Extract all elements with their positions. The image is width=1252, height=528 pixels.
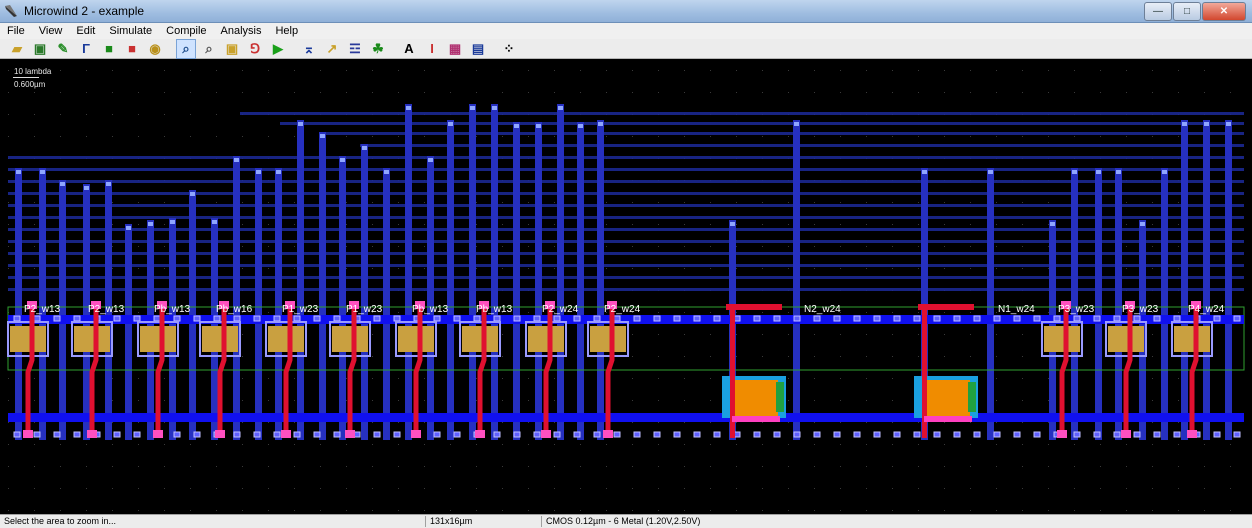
poly-contact	[541, 430, 551, 438]
p-diffusion	[140, 326, 176, 352]
cell-label: P1_w23	[282, 304, 319, 315]
stack-icon[interactable]: ■	[123, 40, 141, 58]
p-diffusion	[10, 326, 46, 352]
chart-icon[interactable]: ▦	[446, 40, 464, 58]
layer-icon[interactable]: ☘	[369, 40, 387, 58]
status-dimensions: 131x16µm	[425, 516, 542, 527]
zoom-in-icon[interactable]: ⌕	[176, 38, 196, 59]
cell-label: P2_w24	[542, 304, 579, 315]
cell-label: P2_w13	[88, 304, 125, 315]
poly-contact	[1187, 430, 1197, 438]
window-controls: — □ ✕	[1144, 2, 1246, 21]
scale-lambda-label: 10 lambda	[14, 67, 52, 76]
p-diffusion	[398, 326, 434, 352]
p-diffusion	[590, 326, 626, 352]
well-tap	[968, 382, 976, 412]
scale-bar	[13, 77, 39, 78]
poly-contact	[411, 430, 421, 438]
view-3d-icon[interactable]: ☲	[346, 40, 364, 58]
poly-contact	[1057, 430, 1067, 438]
text-icon[interactable]: A	[400, 40, 418, 58]
metal2-vertical-straps	[15, 104, 1232, 440]
palette-icon[interactable]: ▤	[469, 40, 487, 58]
menu-help[interactable]: Help	[268, 25, 305, 37]
close-button[interactable]: ✕	[1202, 2, 1246, 21]
poly-contact	[281, 430, 291, 438]
cell-label: P1_w23	[346, 304, 383, 315]
draw-line-icon[interactable]: Γ	[77, 40, 95, 58]
poly-contact	[475, 430, 485, 438]
maximize-button[interactable]: □	[1173, 2, 1201, 21]
menu-bar: File View Edit Simulate Compile Analysis Help	[0, 23, 1252, 39]
microwind-app-icon	[5, 5, 17, 17]
n-diffusion	[732, 380, 778, 416]
p-diffusion	[332, 326, 368, 352]
cell-label: Pb_w13	[412, 304, 449, 315]
menu-view[interactable]: View	[32, 25, 70, 37]
poly-contact	[603, 430, 613, 438]
zoom-out-icon[interactable]: ⌕	[200, 40, 218, 58]
n-diffusion	[924, 380, 970, 416]
status-technology: CMOS 0.12µm - 6 Metal (1.20V,2.50V)	[541, 516, 846, 527]
poly-contact	[23, 430, 33, 438]
cell-label: P2_w13	[24, 304, 61, 315]
cell-label: P2_w24	[604, 304, 641, 315]
poly-contact	[215, 430, 225, 438]
draw-box-icon[interactable]: ✎	[54, 40, 72, 58]
cell-label: P3_w23	[1058, 304, 1095, 315]
simulate-icon[interactable]: ⅁	[246, 40, 264, 58]
window-title: Microwind 2 - example	[24, 4, 145, 18]
tool-bar: ▰ ▣ ✎ Γ ■ ■ ◉ ⌕ ⌕ ▣ ⅁ ▶ ⌅ ↗ ☲ ☘ A I ▦ ▤ ⁘	[0, 38, 1252, 59]
cell-label: Pb_w16	[216, 304, 253, 315]
run-icon[interactable]: ▶	[269, 40, 287, 58]
cell-label: P3_w23	[1122, 304, 1159, 315]
menu-analysis[interactable]: Analysis	[214, 25, 269, 37]
poly-strip	[732, 416, 780, 422]
status-bar: Select the area to zoom in... 131x16µm C…	[0, 514, 1252, 528]
ruler-icon[interactable]: I	[423, 40, 441, 58]
p-diffusion	[1108, 326, 1144, 352]
extract-icon[interactable]: ↗	[323, 40, 341, 58]
open-file-icon[interactable]: ▰	[8, 40, 26, 58]
p-diffusion	[202, 326, 238, 352]
scale-micron-label: 0.600µm	[14, 80, 46, 89]
well-tap	[776, 382, 784, 412]
poly-strip	[924, 416, 972, 422]
p-diffusion	[74, 326, 110, 352]
poly-contact	[345, 430, 355, 438]
menu-compile[interactable]: Compile	[159, 25, 213, 37]
p-diffusion	[1174, 326, 1210, 352]
p-diffusion	[462, 326, 498, 352]
save-icon[interactable]: ▣	[31, 40, 49, 58]
p-diffusion	[528, 326, 564, 352]
connect-icon[interactable]: ⌅	[300, 40, 318, 58]
p-diffusion	[1044, 326, 1080, 352]
device-icon[interactable]: ◉	[146, 40, 164, 58]
minimize-button[interactable]: —	[1144, 2, 1172, 21]
cell-icon[interactable]: ■	[100, 40, 118, 58]
move-arrows-icon[interactable]: ⁘	[500, 40, 518, 58]
poly-contact	[87, 430, 97, 438]
measure-icon[interactable]: ▣	[223, 40, 241, 58]
cell-label: Pb_w13	[476, 304, 513, 315]
layout-drawing[interactable]: P2_w13 P2_w13 Pb_w13 Pb_w16 P1_w23 P1_w23 Pb_w…	[0, 60, 1252, 514]
menu-file[interactable]: File	[0, 25, 32, 37]
p-diffusion	[268, 326, 304, 352]
cell-label: N1_w24	[998, 304, 1035, 315]
title-bar: Microwind 2 - example — □ ✕	[0, 0, 1252, 23]
cell-label: Pb_w13	[154, 304, 191, 315]
poly-contact	[1121, 430, 1131, 438]
cell-label: N2_w24	[804, 304, 841, 315]
menu-edit[interactable]: Edit	[69, 25, 102, 37]
poly-contact	[153, 430, 163, 438]
status-message: Select the area to zoom in...	[4, 516, 117, 526]
vss-rail	[8, 413, 1244, 422]
layout-canvas[interactable]: P2_w13 P2_w13 Pb_w13 Pb_w16 P1_w23 P1_w23 Pb_w…	[0, 60, 1252, 514]
cell-label: P4_w24	[1188, 304, 1225, 315]
menu-simulate[interactable]: Simulate	[102, 25, 159, 37]
